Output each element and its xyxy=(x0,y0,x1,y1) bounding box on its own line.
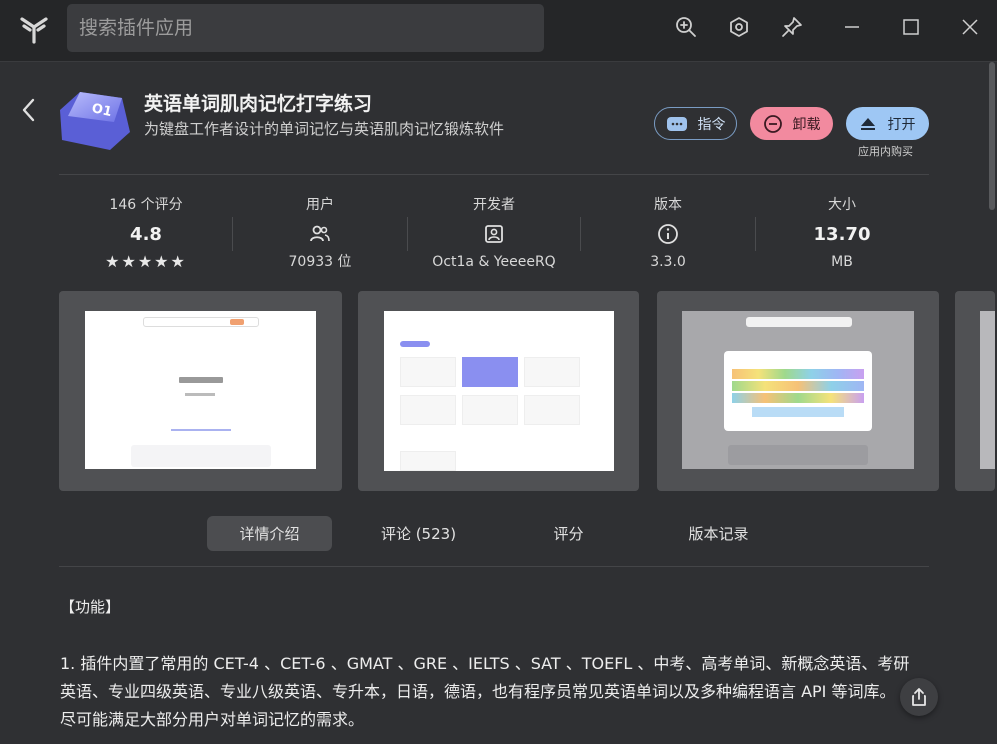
stat-separator xyxy=(580,217,581,251)
size-value: 13.70 xyxy=(813,223,871,245)
stat-separator xyxy=(407,217,408,251)
stat-rating: 146 个评分 4.8 ★★★★★ xyxy=(66,196,226,272)
screenshot-thumbnail-1[interactable] xyxy=(59,291,342,491)
zoom-in-icon[interactable] xyxy=(673,14,699,40)
users-icon xyxy=(310,225,330,242)
users-label: 用户 xyxy=(306,197,334,213)
screenshot-thumbnail-2[interactable] xyxy=(358,291,639,491)
top-bar xyxy=(0,0,997,62)
screenshot-image xyxy=(384,311,614,471)
in-app-purchase-note: 应用内购买 xyxy=(858,145,913,158)
uninstall-button-label: 卸载 xyxy=(792,116,821,133)
minimize-icon[interactable] xyxy=(839,14,865,40)
command-button-label: 指令 xyxy=(697,116,726,133)
tab-details[interactable]: 详情介绍 xyxy=(207,516,332,551)
stat-developer: 开发者 Oct1a & YeeeeRQ xyxy=(414,196,574,272)
settings-hexagon-icon[interactable] xyxy=(726,14,752,40)
tab-comments[interactable]: 评论 (523) xyxy=(356,516,481,551)
command-icon xyxy=(666,116,687,131)
screenshot-thumbnail-4[interactable] xyxy=(955,291,995,491)
developer-label: 开发者 xyxy=(473,197,515,213)
stat-separator xyxy=(232,217,233,251)
screenshot-image xyxy=(682,311,914,469)
tab-version-history[interactable]: 版本记录 xyxy=(656,516,781,551)
command-button[interactable]: 指令 xyxy=(654,107,737,140)
version-label: 版本 xyxy=(654,197,682,213)
share-button[interactable] xyxy=(900,678,938,716)
keyboard-key-app-icon: O1 xyxy=(60,92,130,150)
app-logo-icon[interactable] xyxy=(18,14,50,46)
stat-separator xyxy=(755,217,756,251)
scrollbar-thumb[interactable] xyxy=(989,62,995,210)
eject-icon xyxy=(860,117,875,130)
search-input[interactable] xyxy=(79,17,544,39)
size-label: 大小 xyxy=(828,197,856,213)
stat-version: 版本 3.3.0 xyxy=(588,196,748,272)
tab-rating[interactable]: 评分 xyxy=(506,516,631,551)
rating-value: 4.8 xyxy=(130,223,162,245)
developer-badge-icon xyxy=(485,225,503,243)
section-title: 【功能】 xyxy=(60,598,121,616)
stat-users: 用户 70933 位 xyxy=(240,196,400,272)
header-divider xyxy=(59,174,929,175)
size-unit: MB xyxy=(831,254,853,270)
uninstall-button[interactable]: 卸载 xyxy=(750,107,833,140)
app-description: 为键盘工作者设计的单词记忆与英语肌肉记忆锻炼软件 xyxy=(144,120,505,138)
users-count: 70933 位 xyxy=(288,254,352,270)
screenshot-thumbnail-3[interactable] xyxy=(657,291,939,491)
back-arrow-icon[interactable] xyxy=(18,96,40,124)
search-box[interactable] xyxy=(67,4,544,52)
stat-size: 大小 13.70 MB xyxy=(762,196,922,272)
share-icon xyxy=(912,688,926,706)
maximize-icon[interactable] xyxy=(898,14,924,40)
screenshot-image xyxy=(85,311,316,469)
minus-circle-icon xyxy=(763,114,782,133)
feature-paragraph: 1. 插件内置了常用的 CET-4 、CET-6 、GMAT 、GRE 、IEL… xyxy=(60,654,910,729)
open-button[interactable]: 打开 xyxy=(846,107,929,140)
info-icon xyxy=(658,224,678,244)
rating-stars: ★★★★★ xyxy=(105,252,187,271)
rating-count: 146 个评分 xyxy=(109,197,183,213)
screenshot-image xyxy=(980,311,995,469)
tabs-divider xyxy=(59,566,929,567)
close-icon[interactable] xyxy=(957,14,983,40)
pin-icon[interactable] xyxy=(779,14,805,40)
version-value: 3.3.0 xyxy=(650,254,686,270)
open-button-label: 打开 xyxy=(887,116,916,133)
developer-name[interactable]: Oct1a & YeeeeRQ xyxy=(414,252,574,272)
app-name: 英语单词肌肉记忆打字练习 xyxy=(144,93,373,115)
